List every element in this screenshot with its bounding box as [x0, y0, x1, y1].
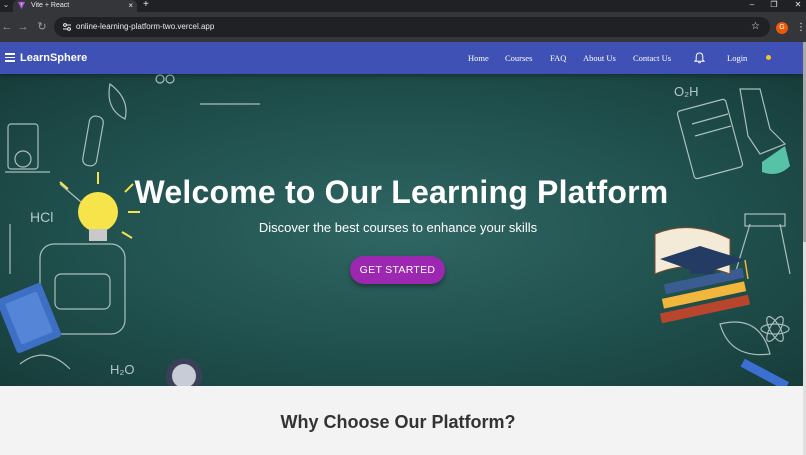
restore-button[interactable]: ❐	[764, 0, 784, 11]
minimize-button[interactable]: –	[742, 0, 762, 11]
browser-menu-icon[interactable]: ⋮	[796, 22, 806, 34]
app-bar: LearnSphere Home Courses FAQ About Us Co…	[0, 42, 803, 74]
nav-home[interactable]: Home	[468, 42, 489, 74]
close-window-button[interactable]: ✕	[788, 0, 806, 11]
hero-subtitle: Discover the best courses to enhance you…	[258, 220, 538, 235]
section-title: Why Choose Our Platform?	[280, 412, 516, 432]
get-started-button[interactable]: GET STARTED	[350, 256, 445, 284]
magnifier-icon	[166, 358, 202, 386]
reload-button[interactable]: ↻	[35, 20, 49, 34]
tab-title: Vite + React	[31, 2, 70, 9]
hero-banner: HCl O₂H H₂O Welcome to Our Learning Plat…	[0, 74, 803, 386]
nav-about-us[interactable]: About Us	[583, 42, 616, 74]
browser-tab-strip: ⌄ Vite + React × + – ❐ ✕	[0, 0, 806, 12]
vite-favicon-icon	[17, 1, 26, 10]
browser-tab[interactable]: Vite + React ×	[13, 0, 137, 12]
tab-list-button[interactable]: ⌄	[0, 0, 12, 12]
chalk-label-h2o: H₂O	[110, 362, 135, 377]
bell-icon[interactable]	[694, 52, 705, 64]
profile-avatar[interactable]: G	[776, 22, 788, 34]
hero-title: Welcome to Our Learning Platform	[134, 174, 669, 210]
new-tab-button[interactable]: +	[143, 0, 149, 10]
web-page: LearnSphere Home Courses FAQ About Us Co…	[0, 42, 806, 455]
tune-icon[interactable]	[61, 21, 73, 33]
nav-courses[interactable]: Courses	[505, 42, 532, 74]
pencil-icon	[740, 358, 789, 386]
back-button[interactable]: ←	[0, 20, 14, 34]
brand-logo[interactable]: LearnSphere	[20, 42, 87, 74]
url-text[interactable]: online-learning-platform-two.vercel.app	[76, 17, 214, 37]
address-bar[interactable]: online-learning-platform-two.vercel.app …	[54, 17, 770, 37]
forward-button[interactable]: →	[16, 20, 30, 34]
browser-toolbar: ← → ↻ online-learning-platform-two.verce…	[0, 12, 806, 42]
bookmark-star-icon[interactable]: ☆	[751, 17, 760, 37]
notebook-icon	[0, 283, 62, 353]
flask-icon	[762, 146, 790, 174]
tab-close-icon[interactable]: ×	[128, 0, 133, 11]
nav-contact-us[interactable]: Contact Us	[633, 42, 671, 74]
chalk-label-o2h: O₂H	[674, 84, 699, 99]
nav-faq[interactable]: FAQ	[550, 42, 566, 74]
books-and-cap-icon	[654, 227, 751, 324]
hamburger-icon[interactable]	[5, 53, 15, 62]
theme-toggle-icon[interactable]	[766, 55, 771, 60]
login-button[interactable]: Login	[727, 42, 747, 74]
